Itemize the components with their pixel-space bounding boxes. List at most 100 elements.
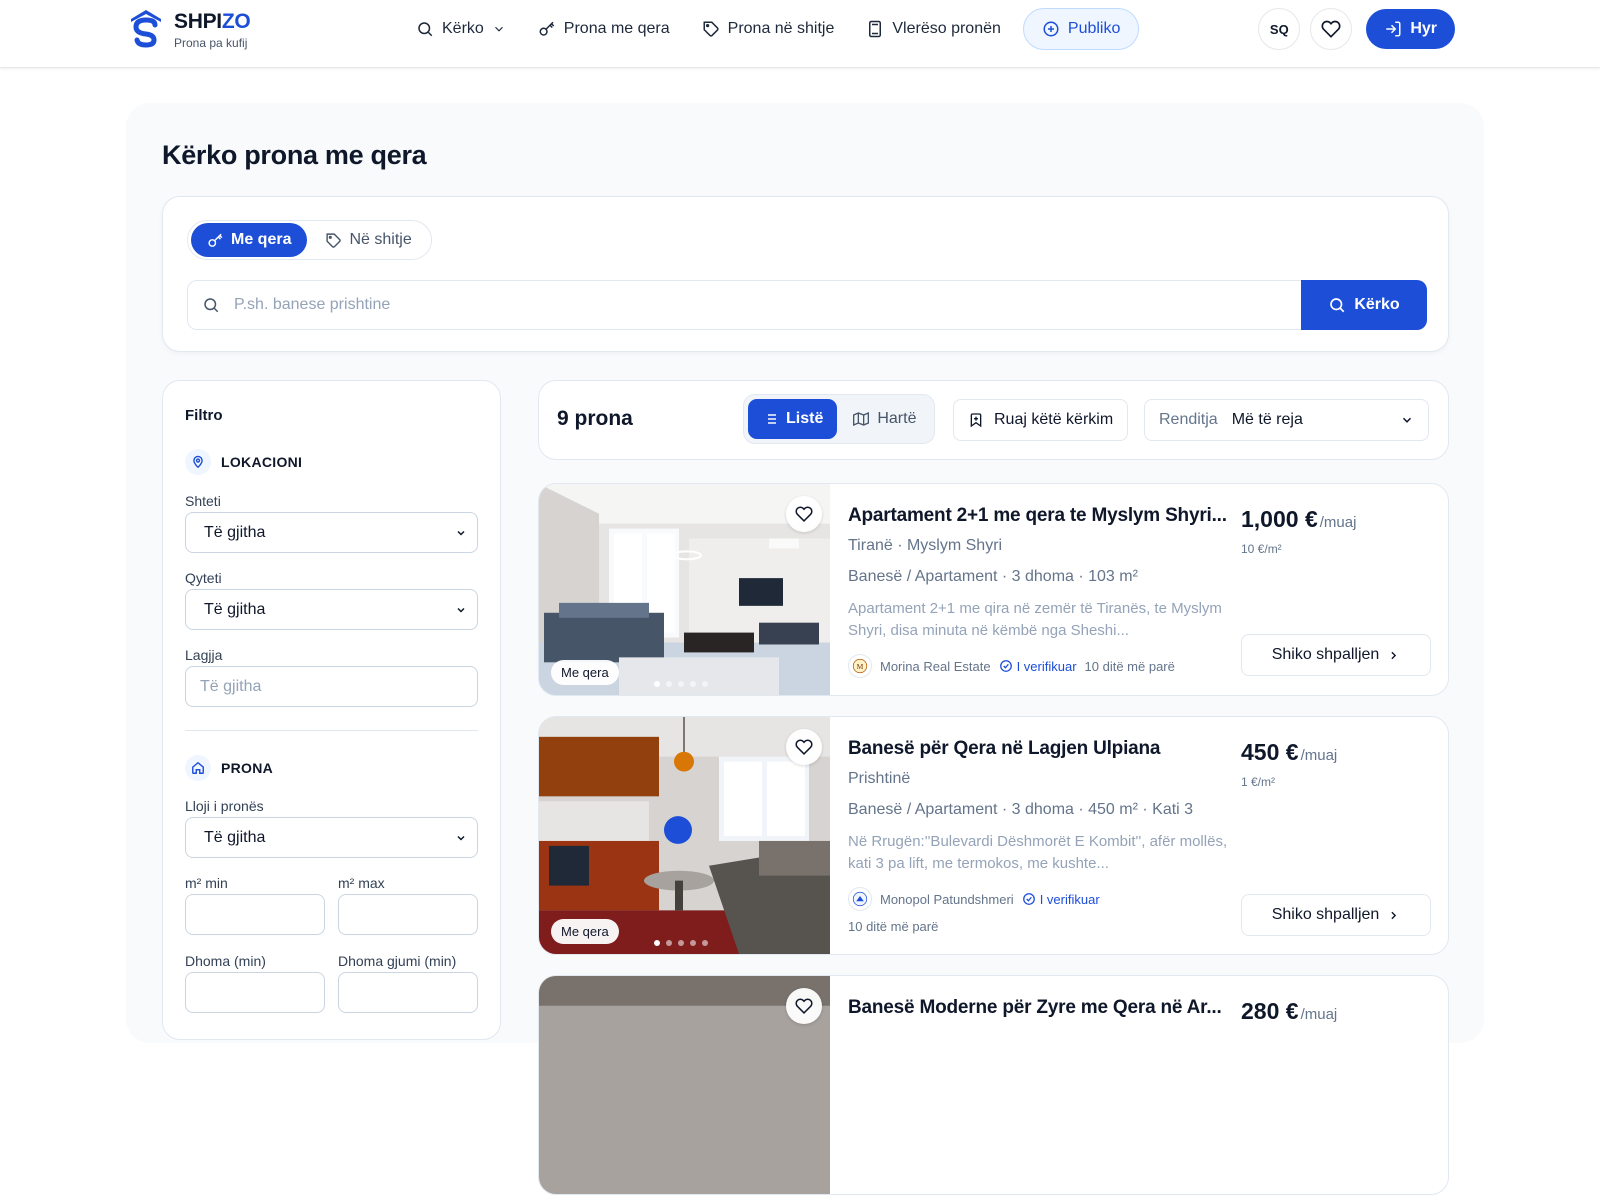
search-submit-button[interactable]: Kërko xyxy=(1301,280,1427,330)
listing-location: Prishtinë xyxy=(848,770,911,787)
home-icon xyxy=(185,755,211,781)
chevron-down-icon xyxy=(457,607,465,613)
heart-icon xyxy=(795,998,813,1014)
neighborhood-label: Lagjja xyxy=(185,647,223,663)
check-circle-icon xyxy=(999,660,1012,672)
favorite-toggle[interactable] xyxy=(786,988,822,1024)
listing-posted-time: 10 ditë më parë xyxy=(1084,658,1175,674)
sort-select[interactable]: Renditja Më të reja xyxy=(1144,399,1429,441)
carousel-dot[interactable] xyxy=(690,940,696,946)
view-listing-button[interactable]: Shiko shpalljen xyxy=(1241,894,1431,936)
favorites-button[interactable] xyxy=(1310,8,1353,50)
carousel-dot[interactable] xyxy=(666,681,672,687)
carousel-dot[interactable] xyxy=(678,681,684,687)
listing-card[interactable]: Me qera Banesë për Qera në Lagjen Ulpian… xyxy=(538,716,1449,955)
view-listing-button[interactable]: Shiko shpalljen xyxy=(1241,634,1431,676)
filter-sidebar: Filtro LOKACIONI Shteti Të gjitha Qyteti… xyxy=(162,380,501,1040)
carousel-dot[interactable] xyxy=(666,940,672,946)
chevron-down-icon xyxy=(457,835,465,841)
mode-sale-label: Në shitje xyxy=(349,231,412,248)
filter-divider xyxy=(185,730,478,731)
price-per-sqm: 1 €/m² xyxy=(1241,775,1276,789)
bookmark-plus-icon xyxy=(970,413,982,428)
mode-rent-button[interactable]: Me qera xyxy=(191,223,308,257)
carousel-dot[interactable] xyxy=(690,681,696,687)
listing-type-badge: Me qera xyxy=(551,919,619,944)
nav-search-dropdown[interactable]: Kërko xyxy=(402,8,520,50)
list-view-button[interactable]: Listë xyxy=(748,399,838,439)
list-view-label: Listë xyxy=(786,410,824,427)
photo-carousel-dots xyxy=(654,940,708,946)
bedrooms-min-input[interactable] xyxy=(338,972,478,1013)
property-type-select[interactable]: Të gjitha xyxy=(185,817,478,858)
listing-card[interactable]: Me qera Apartament 2+1 me qera te Myslym… xyxy=(538,483,1449,696)
nav-sale-link[interactable]: Prona në shitje xyxy=(688,8,849,50)
favorite-toggle[interactable] xyxy=(786,729,822,765)
heart-icon xyxy=(1321,20,1341,38)
listing-title[interactable]: Apartament 2+1 me qera te Myslym Shyri..… xyxy=(848,505,1238,527)
listing-mode-toggle: Me qera Në shitje xyxy=(187,220,432,260)
listing-specs: Banesë / Apartament · 3 dhoma · 103 m² xyxy=(848,568,1138,585)
search-submit-label: Kërko xyxy=(1354,296,1400,313)
listing-photo[interactable] xyxy=(539,976,830,1194)
listing-price: 280 €/muaj xyxy=(1241,998,1338,1024)
tag-icon xyxy=(703,21,719,37)
header-actions: SQ Hyr xyxy=(1258,8,1455,50)
publish-label: Publiko xyxy=(1067,20,1121,37)
bedrooms-min-label: Dhoma gjumi (min) xyxy=(338,953,457,969)
rooms-min-input[interactable] xyxy=(185,972,325,1013)
carousel-dot[interactable] xyxy=(678,940,684,946)
listing-price: 450 €/muaj xyxy=(1241,739,1338,765)
save-search-button[interactable]: Ruaj këtë kërkim xyxy=(953,399,1129,441)
rooms-min-label: Dhoma (min) xyxy=(185,953,266,969)
nav-rent-link[interactable]: Prona me qera xyxy=(524,8,684,50)
nav-valuate-link[interactable]: Vlerëso pronën xyxy=(852,8,1015,50)
chevron-down-icon xyxy=(494,26,503,32)
sort-value: Më të reja xyxy=(1231,411,1303,428)
publish-button[interactable]: Publiko xyxy=(1022,8,1140,50)
listing-title[interactable]: Banesë Moderne për Zyre me Qera në Ar... xyxy=(848,997,1238,1019)
search-icon xyxy=(204,298,219,313)
results-count: 9 prona xyxy=(557,407,633,430)
carousel-dot[interactable] xyxy=(702,681,708,687)
agency-logo xyxy=(848,887,872,911)
agency-name[interactable]: Morina Real Estate xyxy=(880,659,991,674)
map-pin-icon xyxy=(185,449,211,475)
login-button[interactable]: Hyr xyxy=(1366,9,1455,49)
listing-meta: Monopol Patundshmeri I verifikuar xyxy=(848,887,1100,911)
neighborhood-input[interactable] xyxy=(185,666,478,707)
city-select[interactable]: Të gjitha xyxy=(185,589,478,630)
country-select[interactable]: Të gjitha xyxy=(185,512,478,553)
language-switcher[interactable]: SQ xyxy=(1258,8,1301,50)
heart-icon xyxy=(795,506,813,522)
listing-photo[interactable]: Me qera xyxy=(539,717,830,954)
property-section-heading: PRONA xyxy=(185,755,273,781)
carousel-dot[interactable] xyxy=(702,940,708,946)
listing-card[interactable]: Banesë Moderne për Zyre me Qera në Ar...… xyxy=(538,975,1449,1195)
nav-sale-label: Prona në shitje xyxy=(727,20,835,37)
listing-price: 1,000 €/muaj xyxy=(1241,506,1357,532)
listing-photo[interactable]: Me qera xyxy=(539,484,830,695)
key-icon xyxy=(208,233,223,247)
brand-logo[interactable]: SHPIZO Prona pa kufij xyxy=(128,8,251,52)
listing-posted-time: 10 ditë më parë xyxy=(848,919,939,934)
sqm-min-input[interactable] xyxy=(185,894,325,935)
list-icon xyxy=(764,414,776,424)
photo-carousel-dots xyxy=(654,681,708,687)
carousel-dot[interactable] xyxy=(654,681,660,687)
carousel-dot[interactable] xyxy=(654,940,660,946)
tag-icon xyxy=(326,232,342,248)
sqm-max-input[interactable] xyxy=(338,894,478,935)
listing-location: Tiranë · Myslym Shyri xyxy=(848,537,1003,554)
listing-title[interactable]: Banesë për Qera në Lagjen Ulpiana xyxy=(848,738,1238,760)
property-type-value: Të gjitha xyxy=(204,828,266,846)
country-select-value: Të gjitha xyxy=(204,523,266,541)
favorite-toggle[interactable] xyxy=(786,496,822,532)
mode-sale-button[interactable]: Në shitje xyxy=(309,223,427,257)
map-view-button[interactable]: Hartë xyxy=(839,399,930,439)
country-label: Shteti xyxy=(185,493,221,509)
search-input[interactable] xyxy=(234,296,1301,314)
page-title: Kërko prona me qera xyxy=(162,140,427,170)
nav-search-label: Kërko xyxy=(442,20,484,37)
agency-name[interactable]: Monopol Patundshmeri xyxy=(880,892,1014,907)
